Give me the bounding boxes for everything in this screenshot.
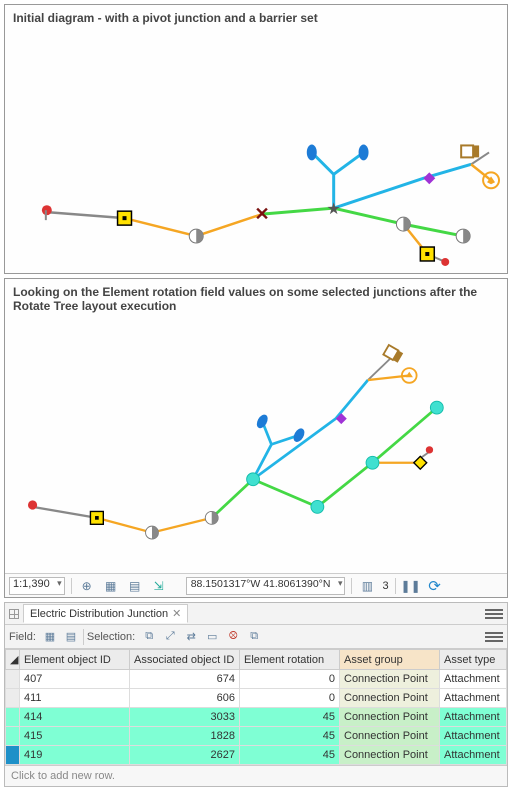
copy-selection-button[interactable]: ⧉ [245, 628, 263, 646]
row-selector-header[interactable]: ◢ [6, 650, 20, 670]
table-tab[interactable]: Electric Distribution Junction ✕ [23, 604, 188, 623]
attribute-table[interactable]: ◢ Element object ID Associated object ID… [5, 649, 507, 765]
table-tabbar: Electric Distribution Junction ✕ [5, 603, 507, 625]
cell-type[interactable]: Attachment [440, 727, 507, 746]
table-row[interactable]: 414303345Connection PointAttachment [6, 708, 507, 727]
cell-group[interactable]: Connection Point [340, 727, 440, 746]
cell-eid[interactable]: 415 [20, 727, 130, 746]
cell-group[interactable]: Connection Point [340, 670, 440, 689]
cell-type[interactable]: Attachment [440, 708, 507, 727]
select-by-attributes-button[interactable]: ⧉ [140, 628, 158, 646]
col-asset-group[interactable]: Asset group [340, 650, 440, 670]
add-field-button[interactable]: ▦ [41, 628, 59, 646]
table-row[interactable]: 4116060Connection PointAttachment [6, 689, 507, 708]
attribute-table-panel: Electric Distribution Junction ✕ Field: … [4, 602, 508, 787]
hamburger-menu-icon[interactable] [485, 605, 503, 623]
cell-aid[interactable]: 3033 [130, 708, 240, 727]
row-selector[interactable] [6, 708, 20, 727]
cell-aid[interactable]: 674 [130, 670, 240, 689]
snap-icon[interactable]: ▦ [102, 577, 120, 595]
field-label: Field: [9, 631, 36, 643]
table-toolbar: Field: ▦ ▤ Selection: ⧉ ⤢ ⇄ ▭ ⮾ ⧉ [5, 625, 507, 649]
cell-aid[interactable]: 1828 [130, 727, 240, 746]
selection-count-icon[interactable]: ▥ [358, 577, 376, 595]
add-row-placeholder[interactable]: Click to add new row. [5, 765, 507, 786]
cell-aid[interactable]: 2627 [130, 746, 240, 765]
calculate-field-button[interactable]: ▤ [62, 628, 80, 646]
add-feature-icon[interactable]: ⊕ [78, 577, 96, 595]
cell-eid[interactable]: 414 [20, 708, 130, 727]
cell-group[interactable]: Connection Point [340, 689, 440, 708]
refresh-icon[interactable]: ⟳ [426, 577, 444, 595]
col-element-object-id[interactable]: Element object ID [20, 650, 130, 670]
row-selector[interactable] [6, 746, 20, 765]
table-row[interactable]: 4076740Connection PointAttachment [6, 670, 507, 689]
rotated-diagram [5, 279, 468, 573]
cell-group[interactable]: Connection Point [340, 708, 440, 727]
constraints-icon[interactable]: ⇲ [150, 577, 168, 595]
rotated-diagram-panel: Looking on the Element rotation field va… [4, 278, 508, 598]
cell-eid[interactable]: 407 [20, 670, 130, 689]
cell-rot[interactable]: 0 [240, 670, 340, 689]
selection-count: 3 [382, 580, 388, 592]
row-selector[interactable] [6, 689, 20, 708]
svg-text:★: ★ [327, 201, 341, 218]
cell-group[interactable]: Connection Point [340, 746, 440, 765]
col-asset-type[interactable]: Asset type [440, 650, 507, 670]
zoom-to-selection-button[interactable]: ⤢ [161, 628, 179, 646]
cell-type[interactable]: Attachment [440, 670, 507, 689]
pause-drawing-icon[interactable]: ❚❚ [402, 577, 420, 595]
grid-icon[interactable]: ▤ [126, 577, 144, 595]
coordinates-display[interactable]: 88.1501317°W 41.8061390°N [186, 577, 346, 595]
cell-rot[interactable]: 45 [240, 746, 340, 765]
cell-eid[interactable]: 411 [20, 689, 130, 708]
close-tab-icon[interactable]: ✕ [172, 607, 181, 620]
table-header-row: ◢ Element object ID Associated object ID… [6, 650, 507, 670]
cell-rot[interactable]: 45 [240, 708, 340, 727]
row-selector[interactable] [6, 670, 20, 689]
initial-diagram: ✕ ★ [5, 5, 507, 274]
table-icon [9, 609, 19, 619]
cell-eid[interactable]: 419 [20, 746, 130, 765]
col-element-rotation[interactable]: Element rotation [240, 650, 340, 670]
cell-rot[interactable]: 0 [240, 689, 340, 708]
selection-label: Selection: [87, 631, 135, 643]
table-row[interactable]: 419262745Connection PointAttachment [6, 746, 507, 765]
svg-text:✕: ✕ [254, 204, 269, 224]
scale-selector[interactable]: 1:1,390 [9, 577, 65, 595]
cell-type[interactable]: Attachment [440, 689, 507, 708]
delete-selection-button[interactable]: ⮾ [224, 628, 242, 646]
tab-label: Electric Distribution Junction [30, 608, 168, 620]
map-statusbar: 1:1,390 ⊕ ▦ ▤ ⇲ 88.1501317°W 41.8061390°… [5, 573, 507, 597]
table-row[interactable]: 415182845Connection PointAttachment [6, 727, 507, 746]
cell-aid[interactable]: 606 [130, 689, 240, 708]
col-associated-object-id[interactable]: Associated object ID [130, 650, 240, 670]
switch-selection-button[interactable]: ⇄ [182, 628, 200, 646]
clear-selection-button[interactable]: ▭ [203, 628, 221, 646]
row-selector[interactable] [6, 727, 20, 746]
initial-diagram-panel: Initial diagram - with a pivot junction … [4, 4, 508, 274]
cell-rot[interactable]: 45 [240, 727, 340, 746]
cell-type[interactable]: Attachment [440, 746, 507, 765]
table-menu-icon[interactable] [485, 628, 503, 646]
